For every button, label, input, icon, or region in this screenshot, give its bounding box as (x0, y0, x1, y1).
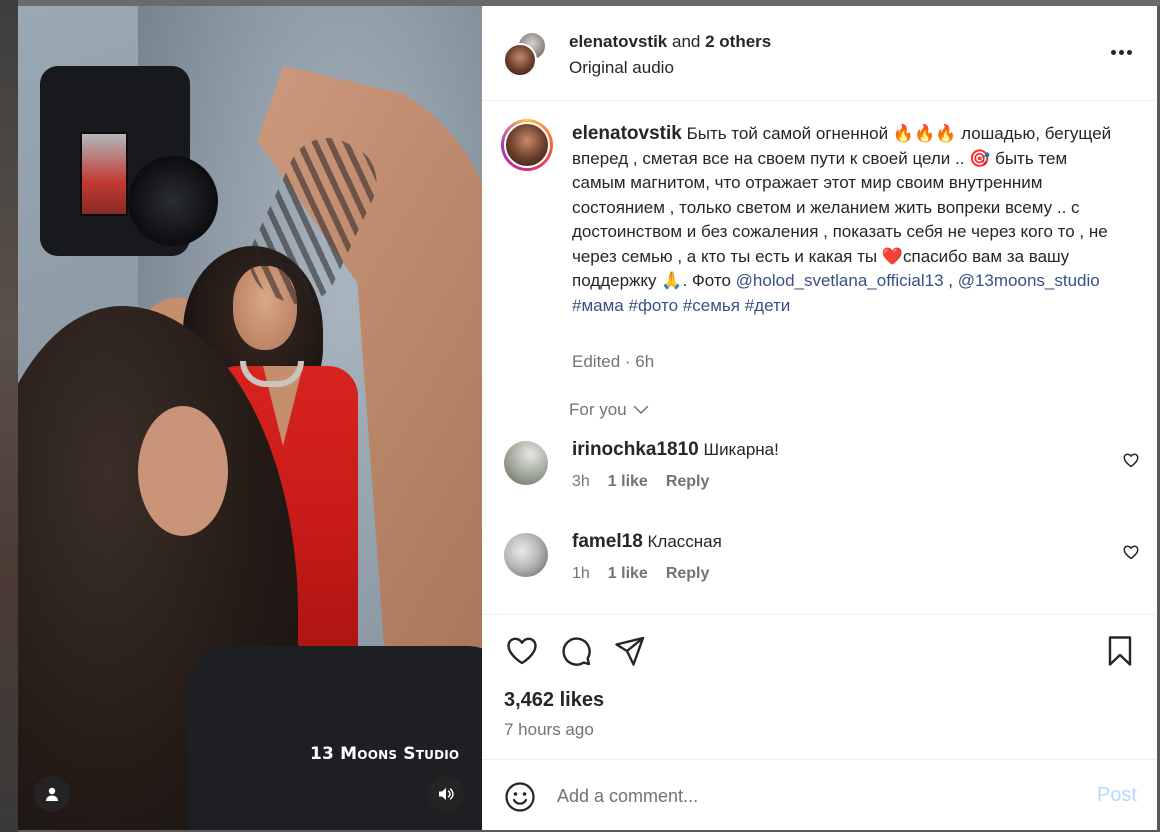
more-dot-icon (1126, 49, 1132, 55)
comment-username[interactable]: irinochka1810 (572, 439, 699, 460)
speaker-icon (439, 788, 454, 800)
comment-time: 1h (572, 565, 590, 582)
audio-toggle-button[interactable] (428, 776, 464, 812)
sort-label: For you (569, 400, 627, 419)
heart-emoji-icon: ❤️ (881, 246, 903, 266)
post-comment-button[interactable]: Post (1097, 784, 1137, 807)
likes-count[interactable]: 3,462 likes (504, 689, 604, 712)
audio-link[interactable]: Original audio (569, 58, 771, 78)
for-you-sort-button[interactable]: For you (569, 400, 649, 420)
comment-composer: Post (482, 759, 1157, 830)
comments-area[interactable]: elenatovstik Быть той самой огненной 🔥🔥🔥… (482, 101, 1157, 614)
action-icons (505, 634, 647, 668)
person-icon (46, 787, 58, 801)
more-options-button[interactable] (1107, 42, 1135, 62)
post-modal: 13 Moons Studio elenatovstik and 2 other… (18, 6, 1157, 830)
mention-link[interactable]: @holod_svetlana_official13 (736, 271, 944, 290)
pray-emoji-icon: 🙏 (661, 271, 683, 290)
more-dot-icon (1118, 49, 1124, 55)
caption-avatar[interactable] (501, 119, 553, 171)
heart-outline-icon[interactable] (1122, 451, 1140, 469)
hashtag-link[interactable]: #семья (683, 296, 740, 315)
tagged-users-button[interactable] (34, 776, 70, 812)
caption-separator: , (943, 271, 958, 290)
hashtag-link[interactable]: #фото (628, 296, 678, 315)
hashtag-link[interactable]: #дети (745, 296, 791, 315)
camera-screen (80, 132, 128, 216)
post-video[interactable]: 13 Moons Studio (18, 6, 482, 830)
post-side-panel: elenatovstik and 2 others Original audio… (482, 6, 1157, 830)
photographer-ear (138, 406, 228, 536)
caption-username[interactable]: elenatovstik (572, 123, 682, 144)
author-username[interactable]: elenatovstik (569, 32, 667, 51)
fire-emoji-icon: 🔥🔥🔥 (892, 124, 957, 143)
caption-meta: Edited · 6h (572, 352, 655, 371)
reply-button[interactable]: Reply (666, 473, 710, 491)
comment-meta: 3h 1 like Reply (572, 473, 779, 491)
others-link[interactable]: 2 others (705, 32, 771, 51)
chevron-down-icon (633, 405, 648, 415)
comment-bubble-icon[interactable] (559, 634, 593, 668)
comment-text: Шикарна! (703, 440, 779, 459)
more-dot-icon (1110, 49, 1116, 55)
comment-text: Классная (647, 532, 722, 551)
comment-item: irinochka1810 Шикарна! 3h 1 like Reply (504, 439, 1139, 509)
collab-avatars[interactable] (503, 31, 549, 77)
share-send-icon[interactable] (613, 634, 647, 668)
commenter-avatar[interactable] (504, 533, 548, 577)
comment-item: famel18 Классная 1h 1 like Reply (504, 531, 1139, 601)
comment-meta: 1h 1 like Reply (572, 565, 722, 583)
and-text: and (672, 32, 701, 51)
post-time: 7 hours ago (504, 720, 594, 739)
target-emoji-icon: 🎯 (969, 148, 991, 168)
bookmark-icon[interactable] (1103, 634, 1137, 668)
heart-outline-icon[interactable] (1122, 543, 1140, 561)
comment-body: famel18 Классная 1h 1 like Reply (572, 531, 722, 583)
like-heart-icon[interactable] (505, 634, 539, 668)
reply-button[interactable]: Reply (666, 565, 710, 583)
comment-input[interactable] (557, 778, 1057, 814)
camera-lens (128, 156, 218, 246)
studio-watermark: 13 Moons Studio (310, 744, 460, 764)
caption-part: Быть той самой огненной (686, 124, 893, 143)
comment-username[interactable]: famel18 (572, 531, 643, 552)
comment-likes-link[interactable]: 1 like (608, 473, 648, 491)
comment-body: irinochka1810 Шикарна! 3h 1 like Reply (572, 439, 779, 491)
post-authors: elenatovstik and 2 others Original audio (569, 32, 771, 78)
caption-avatar-image (504, 122, 550, 168)
post-actions: 3,462 likes 7 hours ago (482, 614, 1157, 759)
hashtag-link[interactable]: #мама (572, 296, 624, 315)
backdrop-feed (0, 0, 18, 832)
comment-likes-link[interactable]: 1 like (608, 565, 648, 583)
comment-time: 3h (572, 473, 590, 490)
commenter-avatar[interactable] (504, 441, 548, 485)
post-header: elenatovstik and 2 others Original audio (482, 6, 1157, 101)
mention-link[interactable]: @13moons_studio (958, 271, 1100, 290)
caption-text: elenatovstik Быть той самой огненной 🔥🔥🔥… (572, 122, 1117, 318)
author-avatar (503, 43, 537, 77)
emoji-icon[interactable] (504, 781, 536, 813)
caption-part: . Фото (682, 271, 736, 290)
